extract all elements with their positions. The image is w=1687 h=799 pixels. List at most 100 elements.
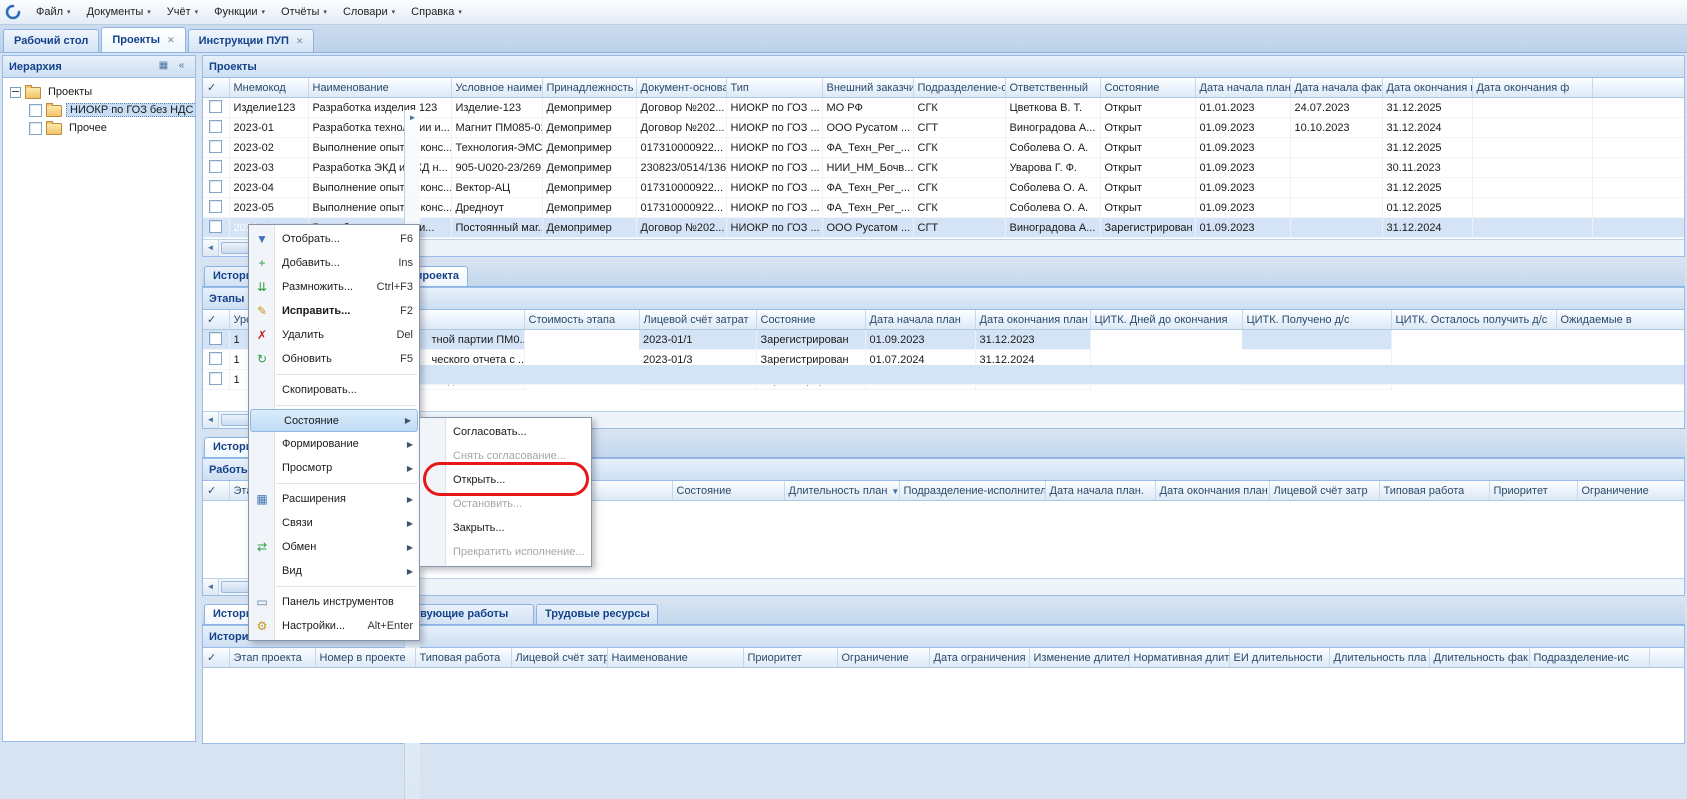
- menubar-item-accounting[interactable]: Учёт▾: [159, 4, 206, 20]
- column-header[interactable]: Ограничение: [1577, 481, 1684, 501]
- menu-item-toolbar-panel[interactable]: ▭Панель инструментов: [249, 590, 419, 614]
- column-header[interactable]: Дата окончания план: [1155, 481, 1269, 501]
- column-header[interactable]: Дата начала план: [865, 310, 975, 330]
- collapse-panel-icon[interactable]: «: [174, 59, 189, 74]
- column-header[interactable]: Дата окончания ф: [1472, 78, 1592, 98]
- menu-item-approve[interactable]: Согласовать...: [420, 420, 591, 444]
- expander-icon[interactable]: [10, 87, 21, 98]
- tree-checkbox[interactable]: [29, 104, 42, 117]
- column-header[interactable]: Дата ограничения: [929, 648, 1029, 668]
- table-row[interactable]: 1тной партии ПМ0...5 000 000,002023-01/1…: [203, 330, 1684, 350]
- column-header[interactable]: Типовая работа: [415, 648, 511, 668]
- table-row[interactable]: 2023-02Выполнение опытно-конс...Технолог…: [203, 138, 1684, 158]
- row-checkbox[interactable]: [209, 372, 222, 385]
- menu-item-edit[interactable]: ✎Исправить...F2: [249, 299, 419, 323]
- tree-node-other[interactable]: Прочее: [5, 119, 193, 137]
- column-header[interactable]: Изменение длител: [1029, 648, 1129, 668]
- table-row[interactable]: 2023-05Выполнение опытно-конс...Дредноут…: [203, 198, 1684, 218]
- menu-item-delete[interactable]: ✗УдалитьDel: [249, 323, 419, 347]
- row-checkbox[interactable]: [209, 120, 222, 133]
- menubar-item-dictionaries[interactable]: Словари▾: [335, 4, 403, 20]
- row-checkbox[interactable]: [209, 352, 222, 365]
- column-header[interactable]: Стоимость этапа: [524, 310, 639, 330]
- table-row[interactable]: 2023-01Разработка технологии и...Магнит …: [203, 118, 1684, 138]
- column-header[interactable]: Лицевой счёт затр: [1269, 481, 1379, 501]
- column-header[interactable]: Длительность пла: [1329, 648, 1429, 668]
- row-checkbox[interactable]: [209, 180, 222, 193]
- tab-projects[interactable]: Проекты✕: [101, 27, 185, 52]
- column-header[interactable]: Наименование: [308, 78, 451, 98]
- column-header[interactable]: ✓: [203, 310, 229, 330]
- column-header[interactable]: Дата окончания пл: [1382, 78, 1472, 98]
- menu-item-formation[interactable]: Формирование▶: [249, 432, 419, 456]
- scroll-left-icon[interactable]: ◄: [203, 240, 219, 256]
- column-header[interactable]: Дата окончания план: [975, 310, 1090, 330]
- column-header[interactable]: Лицевой счёт затрат: [639, 310, 756, 330]
- column-header[interactable]: ✓: [203, 481, 229, 501]
- menu-item-view[interactable]: Вид▶: [249, 559, 419, 583]
- horizontal-scrollbar[interactable]: ◄ ►: [203, 239, 1684, 256]
- column-header[interactable]: Внешний заказчик: [822, 78, 913, 98]
- column-header[interactable]: Дата начала план.: [1045, 481, 1155, 501]
- column-header[interactable]: Приоритет: [1489, 481, 1577, 501]
- row-checkbox[interactable]: [209, 220, 222, 233]
- table-row[interactable]: 2023-04Выполнение опытно-конс...Вектор-А…: [203, 178, 1684, 198]
- column-header[interactable]: Длительность фак: [1429, 648, 1529, 668]
- close-icon[interactable]: ✕: [296, 30, 304, 52]
- tree-node-niokr-goz[interactable]: НИОКР по ГОЗ без НДС: [5, 101, 193, 119]
- tab-desktop[interactable]: Рабочий стол: [3, 29, 99, 52]
- menu-item-close[interactable]: Закрыть...: [420, 516, 591, 540]
- column-header[interactable]: Дата начала план.: [1195, 78, 1290, 98]
- row-checkbox[interactable]: [209, 200, 222, 213]
- column-header[interactable]: Состояние: [672, 481, 784, 501]
- menu-item-extensions[interactable]: ▦Расширения▶: [249, 487, 419, 511]
- menu-item-state[interactable]: Состояние▶: [250, 409, 418, 432]
- column-header[interactable]: Подразделение-исполнитель.: [899, 481, 1045, 501]
- table-row[interactable]: Изделие123Разработка изделия 123Изделие-…: [203, 98, 1684, 118]
- menubar-item-help[interactable]: Справка▾: [403, 4, 470, 20]
- tree-checkbox[interactable]: [29, 122, 42, 135]
- column-header[interactable]: ЕИ длительности: [1229, 648, 1329, 668]
- column-header[interactable]: Нормативная длит: [1129, 648, 1229, 668]
- menubar-item-functions[interactable]: Функции▾: [206, 4, 273, 20]
- column-header[interactable]: Этап проекта: [229, 648, 315, 668]
- column-header[interactable]: Состояние: [756, 310, 865, 330]
- tab-instructions-pup[interactable]: Инструкции ПУП✕: [188, 29, 315, 52]
- close-icon[interactable]: ✕: [167, 29, 175, 51]
- column-header[interactable]: Дата начала факт: [1290, 78, 1382, 98]
- panel-settings-icon[interactable]: ▦: [156, 59, 171, 74]
- column-header[interactable]: ✓: [203, 78, 229, 98]
- column-header[interactable]: Состояние: [1100, 78, 1195, 98]
- column-header[interactable]: Документ-основан: [636, 78, 726, 98]
- row-checkbox[interactable]: [209, 100, 222, 113]
- table-row[interactable]: 2023-01автРазработка технологи...Постоян…: [203, 218, 1684, 238]
- column-header[interactable]: [1592, 78, 1684, 98]
- table-row[interactable]: 1зведенный опыт...7 000 000,002023-01/2З…: [203, 370, 1684, 390]
- menu-item-links[interactable]: Связи▶: [249, 511, 419, 535]
- menu-item-preview[interactable]: Просмотр▶: [249, 456, 419, 480]
- column-header[interactable]: ЦИТК. Дней до окончания: [1090, 310, 1242, 330]
- column-header[interactable]: Принадлежность: [542, 78, 636, 98]
- menubar-item-documents[interactable]: Документы▾: [79, 4, 159, 20]
- menu-item-refresh[interactable]: ↻ОбновитьF5: [249, 347, 419, 371]
- menubar-item-file[interactable]: Файл▾: [28, 4, 79, 20]
- column-header[interactable]: [1649, 648, 1684, 668]
- column-header[interactable]: Лицевой счёт затр: [511, 648, 607, 668]
- horizontal-scrollbar[interactable]: ◄ ►: [203, 578, 1684, 595]
- row-checkbox[interactable]: [209, 140, 222, 153]
- row-checkbox[interactable]: [209, 160, 222, 173]
- table-row[interactable]: 2023-03Разработка ЭКД и РКД н...905-U020…: [203, 158, 1684, 178]
- column-header[interactable]: Наименование: [607, 648, 743, 668]
- column-header[interactable]: Тип: [726, 78, 822, 98]
- column-header[interactable]: Ответственный: [1005, 78, 1100, 98]
- column-header[interactable]: Подразделение-от: [913, 78, 1005, 98]
- scroll-left-icon[interactable]: ◄: [203, 579, 219, 595]
- scroll-left-icon[interactable]: ◄: [203, 412, 219, 428]
- menu-item-filter[interactable]: ▼Отобрать...F6: [249, 227, 419, 251]
- menu-item-settings[interactable]: ⚙Настройки...Alt+Enter: [249, 614, 419, 638]
- column-header[interactable]: Мнемокод: [229, 78, 308, 98]
- menu-item-copy[interactable]: Скопировать...: [249, 378, 419, 402]
- column-header[interactable]: Типовая работа: [1379, 481, 1489, 501]
- column-header[interactable]: ✓: [203, 648, 229, 668]
- column-header[interactable]: Условное наименова: [451, 78, 542, 98]
